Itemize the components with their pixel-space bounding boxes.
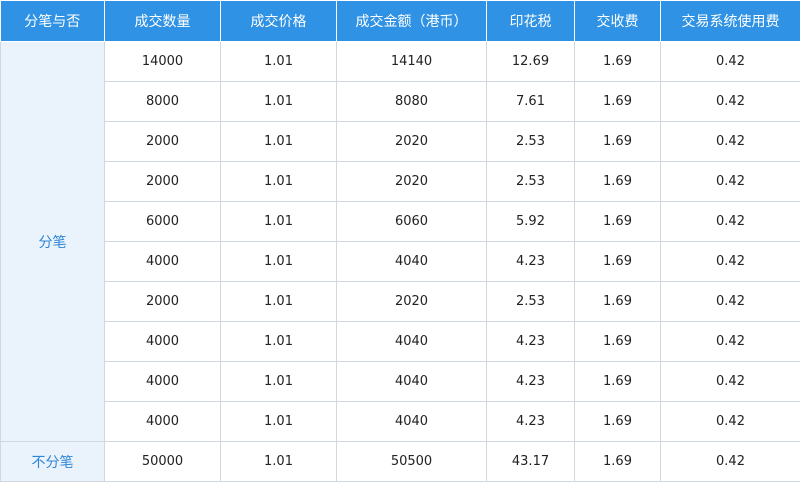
table-row: 40001.0140404.231.690.42 xyxy=(1,402,800,442)
settlement-fee-cell: 1.69 xyxy=(575,322,661,362)
stamp-duty-cell: 12.69 xyxy=(487,42,575,82)
trading-system-fee-cell: 0.42 xyxy=(661,42,800,82)
table-row: 20001.0120202.531.690.42 xyxy=(1,162,800,202)
price-cell: 1.01 xyxy=(221,202,337,242)
quantity-cell: 4000 xyxy=(105,242,221,282)
table-row: 分笔140001.011414012.691.690.42 xyxy=(1,42,800,82)
settlement-fee-cell: 1.69 xyxy=(575,122,661,162)
header-price: 成交价格 xyxy=(221,1,337,42)
settlement-fee-cell: 1.69 xyxy=(575,442,661,482)
settlement-fee-cell: 1.69 xyxy=(575,242,661,282)
trading-system-fee-cell: 0.42 xyxy=(661,362,800,402)
amount-cell: 50500 xyxy=(337,442,487,482)
settlement-fee-cell: 1.69 xyxy=(575,282,661,322)
quantity-cell: 4000 xyxy=(105,322,221,362)
trading-system-fee-cell: 0.42 xyxy=(661,242,800,282)
table-header: 分笔与否 成交数量 成交价格 成交金额（港币） 印花税 交收费 交易系统使用费 xyxy=(1,1,800,42)
amount-cell: 2020 xyxy=(337,122,487,162)
header-split-or-not: 分笔与否 xyxy=(1,1,105,42)
trading-system-fee-cell: 0.42 xyxy=(661,82,800,122)
stamp-duty-cell: 5.92 xyxy=(487,202,575,242)
amount-cell: 2020 xyxy=(337,162,487,202)
settlement-fee-cell: 1.69 xyxy=(575,202,661,242)
price-cell: 1.01 xyxy=(221,362,337,402)
trading-system-fee-cell: 0.42 xyxy=(661,442,800,482)
quantity-cell: 6000 xyxy=(105,202,221,242)
table-row: 60001.0160605.921.690.42 xyxy=(1,202,800,242)
stamp-duty-cell: 2.53 xyxy=(487,162,575,202)
price-cell: 1.01 xyxy=(221,282,337,322)
price-cell: 1.01 xyxy=(221,82,337,122)
trading-system-fee-cell: 0.42 xyxy=(661,282,800,322)
table-row: 不分笔500001.015050043.171.690.42 xyxy=(1,442,800,482)
header-amount: 成交金额（港币） xyxy=(337,1,487,42)
amount-cell: 4040 xyxy=(337,242,487,282)
price-cell: 1.01 xyxy=(221,242,337,282)
stamp-duty-cell: 2.53 xyxy=(487,282,575,322)
price-cell: 1.01 xyxy=(221,122,337,162)
stamp-duty-cell: 4.23 xyxy=(487,402,575,442)
table-row: 20001.0120202.531.690.42 xyxy=(1,282,800,322)
price-cell: 1.01 xyxy=(221,442,337,482)
trading-system-fee-cell: 0.42 xyxy=(661,162,800,202)
quantity-cell: 50000 xyxy=(105,442,221,482)
settlement-fee-cell: 1.69 xyxy=(575,162,661,202)
trading-system-fee-cell: 0.42 xyxy=(661,322,800,362)
fee-comparison-table: 分笔与否 成交数量 成交价格 成交金额（港币） 印花税 交收费 交易系统使用费 … xyxy=(0,0,800,482)
table-row: 40001.0140404.231.690.42 xyxy=(1,322,800,362)
amount-cell: 8080 xyxy=(337,82,487,122)
quantity-cell: 2000 xyxy=(105,162,221,202)
table-row: 80001.0180807.611.690.42 xyxy=(1,82,800,122)
amount-cell: 4040 xyxy=(337,402,487,442)
amount-cell: 14140 xyxy=(337,42,487,82)
stamp-duty-cell: 4.23 xyxy=(487,322,575,362)
table-body: 分笔140001.011414012.691.690.4280001.01808… xyxy=(1,42,800,482)
quantity-cell: 8000 xyxy=(105,82,221,122)
amount-cell: 4040 xyxy=(337,322,487,362)
header-trading-system-fee: 交易系统使用费 xyxy=(661,1,800,42)
amount-cell: 6060 xyxy=(337,202,487,242)
stamp-duty-cell: 2.53 xyxy=(487,122,575,162)
stamp-duty-cell: 43.17 xyxy=(487,442,575,482)
quantity-cell: 4000 xyxy=(105,402,221,442)
header-stamp-duty: 印花税 xyxy=(487,1,575,42)
quantity-cell: 14000 xyxy=(105,42,221,82)
quantity-cell: 2000 xyxy=(105,122,221,162)
group-label: 分笔 xyxy=(1,42,105,442)
stamp-duty-cell: 4.23 xyxy=(487,242,575,282)
group-label: 不分笔 xyxy=(1,442,105,482)
amount-cell: 4040 xyxy=(337,362,487,402)
settlement-fee-cell: 1.69 xyxy=(575,82,661,122)
settlement-fee-cell: 1.69 xyxy=(575,42,661,82)
header-quantity: 成交数量 xyxy=(105,1,221,42)
quantity-cell: 4000 xyxy=(105,362,221,402)
trading-system-fee-cell: 0.42 xyxy=(661,402,800,442)
trading-system-fee-cell: 0.42 xyxy=(661,122,800,162)
table-row: 40001.0140404.231.690.42 xyxy=(1,242,800,282)
amount-cell: 2020 xyxy=(337,282,487,322)
settlement-fee-cell: 1.69 xyxy=(575,362,661,402)
price-cell: 1.01 xyxy=(221,322,337,362)
table-row: 20001.0120202.531.690.42 xyxy=(1,122,800,162)
quantity-cell: 2000 xyxy=(105,282,221,322)
price-cell: 1.01 xyxy=(221,402,337,442)
price-cell: 1.01 xyxy=(221,162,337,202)
price-cell: 1.01 xyxy=(221,42,337,82)
settlement-fee-cell: 1.69 xyxy=(575,402,661,442)
trading-system-fee-cell: 0.42 xyxy=(661,202,800,242)
header-settlement-fee: 交收费 xyxy=(575,1,661,42)
header-row: 分笔与否 成交数量 成交价格 成交金额（港币） 印花税 交收费 交易系统使用费 xyxy=(1,1,800,42)
table-row: 40001.0140404.231.690.42 xyxy=(1,362,800,402)
stamp-duty-cell: 7.61 xyxy=(487,82,575,122)
stamp-duty-cell: 4.23 xyxy=(487,362,575,402)
